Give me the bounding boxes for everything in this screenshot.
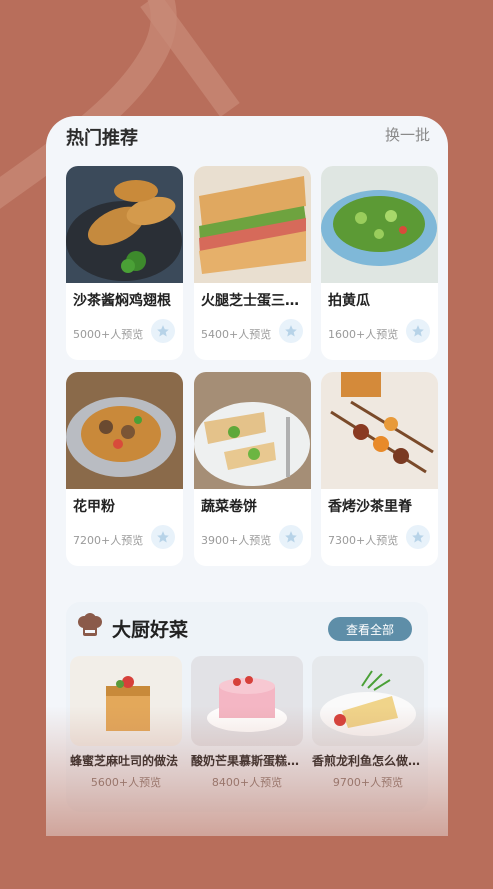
chef-recipe-name: 香煎龙利鱼怎么做好吃	[312, 754, 424, 768]
recipe-views: 7200+人预览	[73, 534, 144, 547]
view-all-button[interactable]: 查看全部	[328, 617, 412, 641]
chef-recipe-name: 酸奶芒果慕斯蛋糕的做法	[191, 754, 303, 768]
chef-recipe-views: 8400+人预览	[211, 776, 283, 789]
recipe-image	[321, 372, 438, 489]
refresh-button[interactable]: 换一批	[385, 124, 430, 145]
recipe-image	[321, 166, 438, 283]
recipe-name: 沙茶酱焖鸡翅根	[73, 293, 171, 309]
recipe-image	[194, 166, 311, 283]
favorite-button[interactable]	[406, 319, 430, 343]
recipe-views: 3900+人预览	[201, 534, 272, 547]
recipe-views: 5000+人预览	[73, 328, 144, 341]
star-icon	[412, 531, 424, 543]
favorite-button[interactable]	[151, 319, 175, 343]
favorite-button[interactable]	[279, 319, 303, 343]
recipe-card[interactable]: 花甲粉 7200+人预览	[66, 372, 183, 566]
star-icon	[285, 325, 297, 337]
star-icon	[157, 531, 169, 543]
chef-recipe-card[interactable]: 香煎龙利鱼怎么做好吃 9700+人预览	[312, 656, 424, 792]
hot-section-header: 热门推荐 换一批	[66, 124, 430, 154]
recipe-name: 拍黄瓜	[328, 293, 370, 309]
chef-recipe-card[interactable]: 蜂蜜芝麻吐司的做法 5600+人预览	[70, 656, 182, 792]
recipe-views: 7300+人预览	[328, 534, 399, 547]
chef-recipe-image	[312, 656, 424, 746]
recipe-name: 香烤沙茶里脊	[328, 499, 412, 515]
recipe-card[interactable]: 火腿芝士蛋三明治 5400+人预览	[194, 166, 311, 360]
recipe-card[interactable]: 拍黄瓜 1600+人预览	[321, 166, 438, 360]
hot-section-title: 热门推荐	[66, 128, 138, 149]
favorite-button[interactable]	[279, 525, 303, 549]
recipe-name: 蔬菜卷饼	[201, 499, 257, 515]
star-icon	[157, 325, 169, 337]
recipe-card[interactable]: 沙茶酱焖鸡翅根 5000+人预览	[66, 166, 183, 360]
chef-recipe-views: 9700+人预览	[332, 776, 404, 789]
recipe-name: 花甲粉	[73, 499, 115, 515]
recipe-views: 5400+人预览	[201, 328, 272, 341]
chef-recipe-image	[70, 656, 182, 746]
star-icon	[285, 531, 297, 543]
content-panel: 热门推荐 换一批 沙茶酱焖鸡翅根 5000+人预览 火腿芝士蛋三明治 5400+…	[46, 116, 448, 836]
recipe-image	[194, 372, 311, 489]
favorite-button[interactable]	[406, 525, 430, 549]
recipe-image	[66, 166, 183, 283]
chef-section-title: 大厨好菜	[112, 619, 189, 641]
chef-recipe-image	[191, 656, 303, 746]
recipe-card[interactable]: 蔬菜卷饼 3900+人预览	[194, 372, 311, 566]
favorite-button[interactable]	[151, 525, 175, 549]
chef-section: 大厨好菜 查看全部 蜂蜜芝麻吐司的做法 5600+人预览 酸奶芒果慕斯蛋糕的 8…	[66, 602, 428, 812]
chef-hat-icon	[78, 613, 102, 636]
recipe-name: 火腿芝士蛋三明治	[201, 293, 307, 309]
recipe-image	[66, 372, 183, 489]
chef-recipe-views: 5600+人预览	[90, 776, 162, 789]
star-icon	[412, 325, 424, 337]
recipe-views: 1600+人预览	[328, 328, 399, 341]
recipe-card[interactable]: 香烤沙茶里脊 7300+人预览	[321, 372, 438, 566]
chef-recipe-card[interactable]: 酸奶芒果慕斯蛋糕的做法 8400+人预览	[191, 656, 303, 792]
chef-recipe-name: 蜂蜜芝麻吐司的做法	[70, 754, 179, 768]
